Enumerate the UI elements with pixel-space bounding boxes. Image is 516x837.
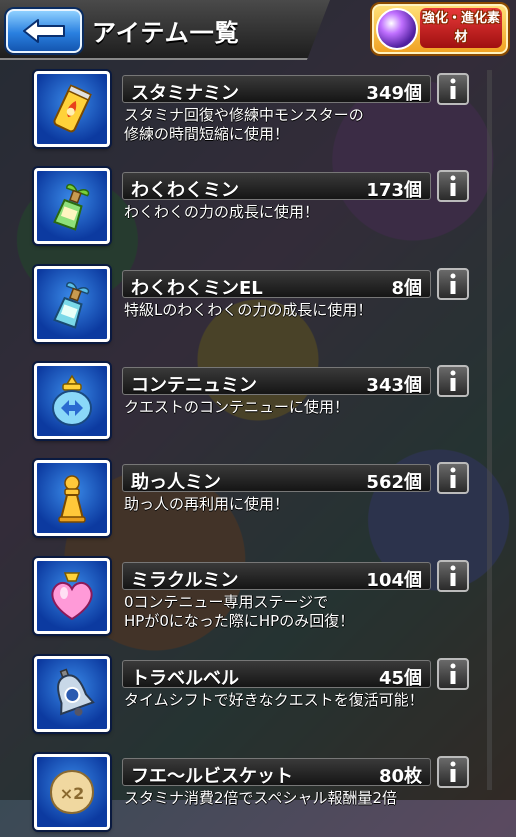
heart-potion-icon <box>51 572 93 621</box>
sprout-bottle-el-icon <box>53 281 90 329</box>
item-name: フエ〜ルビスケット <box>131 766 293 787</box>
item-count: 562個 <box>366 472 422 493</box>
item-icon-frame <box>34 460 110 536</box>
item-description: スタミナ消費2倍でスペシャル報酬量2倍 <box>124 789 398 807</box>
item-count: 8個 <box>391 278 422 299</box>
item-description: 0コンテニュー専用ステージで HPが0になった際にHPのみ回復！ <box>124 593 355 630</box>
item-name-bar: 助っ人ミン 562個 <box>122 464 431 493</box>
list-item[interactable]: わくわくミンEL 8個 特級Lのわくわくの力の成長に使用！ <box>0 259 516 349</box>
item-icon-frame <box>34 656 110 732</box>
list-item[interactable]: 助っ人ミン 562個 助っ人の再利用に使用！ <box>0 453 516 543</box>
page-title: アイテム一覧 <box>92 19 240 47</box>
item-name: トラベルベル <box>131 668 239 689</box>
info-icon <box>450 761 456 782</box>
item-icon-frame <box>34 363 110 439</box>
info-icon <box>450 663 456 684</box>
info-icon <box>450 467 456 488</box>
info-button[interactable] <box>437 658 469 690</box>
item-name: コンテニュミン <box>131 375 257 396</box>
item-name: ミラクルミン <box>131 570 239 591</box>
item-icon-frame <box>34 558 110 634</box>
info-button[interactable] <box>437 170 469 202</box>
item-description: クエストのコンテニューに使用！ <box>124 398 350 416</box>
continue-jar-icon <box>52 374 92 426</box>
info-button[interactable] <box>437 756 469 788</box>
travel-bell-icon <box>57 668 95 716</box>
item-icon-frame <box>34 168 110 244</box>
sprout-bottle-icon <box>53 183 90 231</box>
info-icon <box>450 565 456 586</box>
item-description: わくわくの力の成長に使用！ <box>124 203 320 221</box>
info-button[interactable] <box>437 462 469 494</box>
info-icon <box>450 370 456 391</box>
item-description: スタミナ回復や修練中モンスターの 修練の時間短縮に使用！ <box>124 106 364 143</box>
item-count: 80枚 <box>378 766 422 787</box>
biscuit-icon: ×2 <box>49 769 95 815</box>
item-description: 助っ人の再利用に使用！ <box>124 495 290 513</box>
item-name-bar: ミラクルミン 104個 <box>122 562 431 591</box>
evolve-orb-icon <box>376 8 418 50</box>
info-button[interactable] <box>437 73 469 105</box>
item-name-bar: わくわくミンEL 8個 <box>122 270 431 299</box>
item-name: わくわくミンEL <box>131 278 263 299</box>
item-name-bar: フエ〜ルビスケット 80枚 <box>122 758 431 787</box>
item-icon-frame <box>34 266 110 342</box>
item-description: 特級Lのわくわくの力の成長に使用！ <box>124 301 373 319</box>
list-item[interactable]: ミラクルミン 104個 0コンテニュー専用ステージで HPが0になった際にHPの… <box>0 551 516 641</box>
list-item[interactable]: わくわくミン 173個 わくわくの力の成長に使用！ <box>0 161 516 251</box>
item-icon-frame: ×2 <box>34 754 110 830</box>
item-count: 173個 <box>366 180 422 201</box>
back-arrow-icon <box>23 19 65 43</box>
item-count: 104個 <box>366 570 422 591</box>
svg-text:×2: ×2 <box>60 784 85 803</box>
info-icon <box>450 273 456 294</box>
item-count: 343個 <box>366 375 422 396</box>
item-name-bar: コンテニュミン 343個 <box>122 367 431 396</box>
info-icon <box>450 78 456 99</box>
back-button[interactable] <box>6 9 82 53</box>
list-item[interactable]: スタミナミン 349個 スタミナ回復や修練中モンスターの 修練の時間短縮に使用！ <box>0 64 516 154</box>
item-name: わくわくミン <box>131 180 239 201</box>
evolve-materials-button[interactable]: 強化・進化素材 <box>370 2 510 56</box>
item-count: 45個 <box>378 668 422 689</box>
item-name-bar: トラベルベル 45個 <box>122 660 431 689</box>
list-item[interactable]: ×2 フエ〜ルビスケット 80枚 スタミナ消費2倍でスペシャル報酬量2倍 <box>0 747 516 837</box>
info-icon <box>450 175 456 196</box>
header: アイテム一覧 強化・進化素材 <box>0 0 516 60</box>
info-button[interactable] <box>437 268 469 300</box>
item-name-bar: スタミナミン 349個 <box>122 75 431 104</box>
item-name: スタミナミン <box>131 83 239 104</box>
item-description: タイムシフトで好きなクエストを復活可能！ <box>124 691 424 709</box>
stamina-can-icon <box>53 84 92 133</box>
item-name-bar: わくわくミン 173個 <box>122 172 431 201</box>
item-name: 助っ人ミン <box>131 472 221 493</box>
list-item[interactable]: コンテニュミン 343個 クエストのコンテニューに使用！ <box>0 356 516 446</box>
info-button[interactable] <box>437 365 469 397</box>
item-count: 349個 <box>366 83 422 104</box>
item-icon-frame <box>34 71 110 147</box>
info-button[interactable] <box>437 560 469 592</box>
helper-pawn-icon <box>58 475 86 523</box>
evolve-materials-label: 強化・進化素材 <box>420 8 502 48</box>
list-item[interactable]: トラベルベル 45個 タイムシフトで好きなクエストを復活可能！ <box>0 649 516 739</box>
